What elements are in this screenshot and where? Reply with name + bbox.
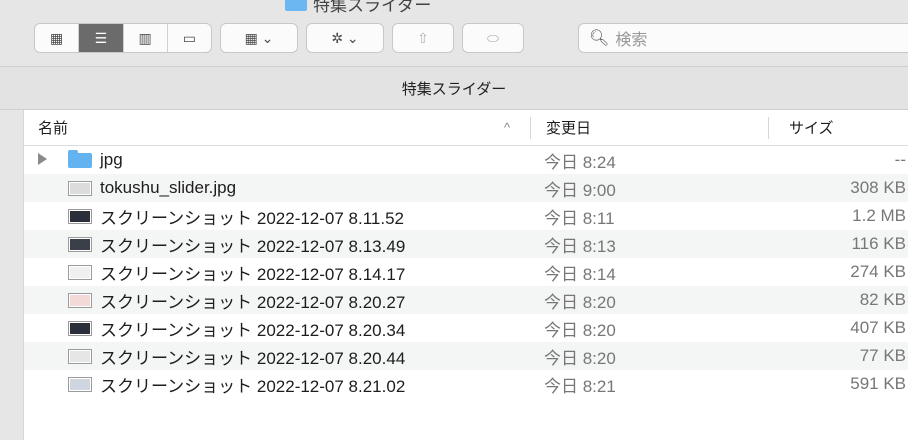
file-name: スクリーンショット 2022-12-07 8.20.44 [100,348,406,368]
column-divider[interactable] [768,117,769,139]
file-row[interactable]: tokushu_slider.jpg 今日 9:00 308 KB [24,174,908,202]
column-view-button[interactable]: ▥ [124,24,168,52]
tag-icon: ⬭ [487,29,499,46]
image-thumbnail-icon [68,181,92,196]
image-thumbnail-icon [68,349,92,364]
column-date-label: 変更日 [546,120,592,137]
file-name: tokushu_slider.jpg [100,178,237,197]
folder-icon [285,0,307,11]
file-list: jpg 今日 8:24 -- tokushu_slider.jpg 今日 9:00 308… [24,146,908,398]
grid-icon: ▦ [50,29,64,46]
file-row[interactable]: スクリーンショット 2022-12-07 8.11.52 今日 8:11 1.2 M… [24,202,908,230]
view-switcher: ▦ ☰ ▥ ▭ [34,23,212,53]
image-thumbnail-icon [68,265,92,280]
file-date: 今日 8:20 [544,320,616,340]
file-size: 77 KB [859,346,906,365]
list-icon: ☰ [94,29,108,46]
image-thumbnail-icon [68,377,92,392]
file-size: -- [894,150,906,169]
file-row[interactable]: スクリーンショット 2022-12-07 8.13.49 今日 8:13 116 K… [24,230,908,258]
columns-icon: ▥ [138,29,152,46]
search-field[interactable]: 🔍︎ 検索 [578,23,908,53]
file-date: 今日 8:13 [544,236,616,256]
file-size: 82 KB [859,290,906,309]
file-name: スクリーンショット 2022-12-07 8.14.17 [100,264,406,284]
file-date: 今日 8:21 [544,376,616,396]
file-row[interactable]: スクリーンショット 2022-12-07 8.14.17 今日 8:14 274 K… [24,258,908,286]
column-name-header[interactable]: 名前 [38,110,68,145]
icon-view-button[interactable]: ▦ [35,24,80,52]
column-divider[interactable] [530,117,531,139]
file-size: 274 KB [850,262,906,281]
image-thumbnail-icon [68,209,92,224]
file-name: スクリーンショット 2022-12-07 8.20.34 [100,320,406,340]
list-view-button[interactable]: ☰ [79,24,124,52]
column-date-header[interactable]: 変更日 [546,110,591,145]
column-size-header[interactable]: サイズ [789,110,834,145]
share-icon: ⇧ [417,29,429,46]
sidebar-edge [0,110,24,440]
file-row[interactable]: スクリーンショット 2022-12-07 8.20.44 今日 8:20 77 KB [24,342,908,370]
gear-icon: ✲ ⌄ [331,29,359,46]
column-name-label: 名前 [38,120,69,137]
file-name: スクリーンショット 2022-12-07 8.13.49 [100,236,406,256]
toolbar: ▦ ☰ ▥ ▭ ▦ ⌄ ✲ ⌄ ⇧ ⬭ 🔍︎ 検索 [0,14,908,66]
file-date: 今日 8:11 [544,208,615,228]
column-size-label: サイズ [789,120,834,137]
file-date: 今日 8:14 [544,264,616,284]
search-icon: 🔍︎ [589,30,610,47]
file-name: スクリーンショット 2022-12-07 8.11.52 [100,208,405,228]
file-date: 今日 8:24 [544,152,616,172]
path-bar: 特集スライダー [0,66,908,110]
window-title-text: 特集スライダー [313,0,432,14]
folder-title: 特集スライダー [401,80,507,98]
image-thumbnail-icon [68,293,92,308]
tag-button[interactable]: ⬭ [462,23,524,53]
file-row[interactable]: スクリーンショット 2022-12-07 8.20.27 今日 8:20 82 KB [24,286,908,314]
file-size: 1.2 MB [852,206,906,225]
folder-icon [68,150,92,168]
window-title: 特集スライダー [285,0,431,14]
group-by-icon: ▦ ⌄ [244,29,274,46]
gallery-view-button[interactable]: ▭ [168,24,211,52]
sort-chevron-icon[interactable]: ^ [504,110,510,145]
disclosure-triangle-icon[interactable] [38,153,47,165]
file-name: スクリーンショット 2022-12-07 8.21.02 [100,376,406,396]
file-name: jpg [100,150,123,169]
share-button[interactable]: ⇧ [392,23,454,53]
file-date: 今日 8:20 [544,348,616,368]
column-header: 名前 ^ 変更日 サイズ [24,110,908,146]
file-row[interactable]: スクリーンショット 2022-12-07 8.20.34 今日 8:20 407 K… [24,314,908,342]
file-date: 今日 8:20 [544,292,616,312]
title-bar: 特集スライダー [0,0,908,14]
file-size: 308 KB [850,178,906,197]
file-size: 591 KB [850,374,906,393]
file-size: 116 KB [851,234,906,253]
gallery-icon: ▭ [182,29,196,46]
action-button[interactable]: ✲ ⌄ [306,23,384,53]
file-date: 今日 9:00 [544,180,616,200]
image-thumbnail-icon [68,321,92,336]
search-placeholder: 検索 [615,32,648,49]
file-row[interactable]: jpg 今日 8:24 -- [24,146,908,174]
file-row[interactable]: スクリーンショット 2022-12-07 8.21.02 今日 8:21 591 K… [24,370,908,398]
file-size: 407 KB [850,318,906,337]
file-name: スクリーンショット 2022-12-07 8.20.27 [100,292,406,312]
group-by-button[interactable]: ▦ ⌄ [220,23,298,53]
image-thumbnail-icon [68,237,92,252]
